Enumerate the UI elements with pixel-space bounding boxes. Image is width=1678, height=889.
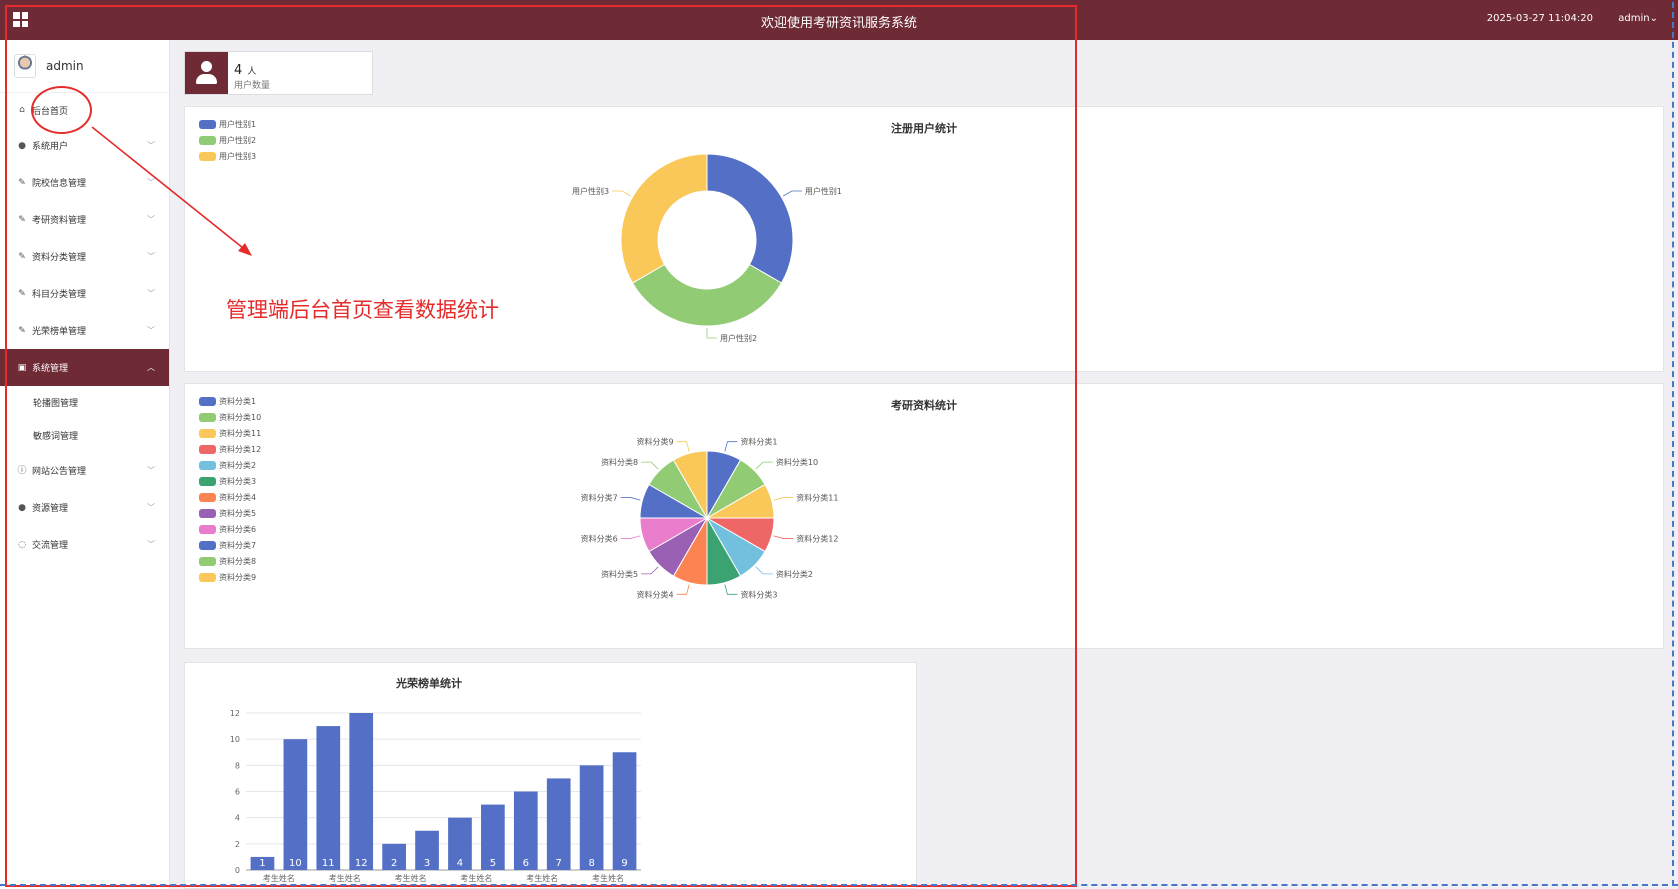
sidebar-item-label: 网站公告管理 <box>32 467 87 477</box>
sidebar-item-label: 交流管理 <box>32 541 69 551</box>
user-stats-label-line <box>612 190 631 197</box>
honor-stats-panel: 光荣榜单统计 0 2 4 6 8 10 12 1 10 11 12 2 3 4 5 6 7 8 9 考生姓名 考生姓名考… <box>184 662 917 889</box>
x-tick-label: 考生姓名 <box>592 873 624 883</box>
material-stats-label-line <box>676 441 690 452</box>
info-icon: ⓘ <box>17 465 27 476</box>
material-stats-label-line <box>641 566 659 575</box>
material-stats-label-line <box>773 497 794 501</box>
material-stats-label-line <box>773 535 794 539</box>
y-tick-label: 6 <box>235 788 240 797</box>
chevron-down-icon: ﹀ <box>147 503 155 512</box>
sidebar-subitem-2[interactable]: 敏感词管理 <box>0 419 169 452</box>
sidebar-subitem-1[interactable]: 轮播图管理 <box>0 386 169 419</box>
chevron-down-icon: ﹀ <box>147 326 155 335</box>
material-stats-slice-label: 资料分类4 <box>636 589 673 599</box>
bar-value-label: 3 <box>424 858 430 869</box>
bar-value-label: 7 <box>556 858 562 869</box>
user-stats-slice-label: 用户性别3 <box>572 186 609 196</box>
user-stats-label-line <box>706 328 717 339</box>
user-stats-slice[interactable] <box>620 153 708 284</box>
material-stats-slice-label: 资料分类2 <box>776 569 813 579</box>
material-stats-slice-label: 资料分类9 <box>636 437 673 447</box>
y-tick-label: 0 <box>235 866 240 875</box>
bar-value-label: 6 <box>523 858 529 869</box>
material-stats-slice-label: 资料分类1 <box>740 437 777 447</box>
user-stats-slice-label: 用户性别2 <box>720 333 757 343</box>
chevron-down-icon: ﹀ <box>147 466 155 475</box>
bar-value-label: 5 <box>490 858 496 869</box>
bar-value-label: 1 <box>259 858 265 869</box>
bar[interactable] <box>349 713 374 870</box>
material-stats-slice-label: 资料分类3 <box>740 589 777 599</box>
bar[interactable] <box>546 778 571 870</box>
chevron-up-icon: ︿ <box>147 363 155 372</box>
bar[interactable] <box>612 752 637 870</box>
material-stats-slice-label: 资料分类11 <box>796 493 838 503</box>
sidebar-item-8[interactable]: ▣ 系统管理 ︿ <box>0 349 169 386</box>
honor-stats-bar-chart: 0 2 4 6 8 10 12 1 10 11 12 2 3 4 5 6 7 8 9 考生姓名 考生姓名 考生姓名 考生姓名… <box>230 709 641 883</box>
selection-edge-bottom <box>0 884 1678 886</box>
bar-value-label: 9 <box>621 858 627 869</box>
y-tick-label: 12 <box>230 709 240 718</box>
bar-value-label: 8 <box>588 858 594 869</box>
user-stats-donut-chart: 用户性别1 用户性别2 用户性别3 <box>572 153 842 343</box>
annotation-text: 管理端后台首页查看数据统计 <box>226 298 499 322</box>
bar-value-label: 11 <box>322 858 335 869</box>
material-stats-slice-label: 资料分类5 <box>601 569 638 579</box>
sidebar-item-10[interactable]: ● 资源管理 ﹀ <box>0 489 169 526</box>
x-tick-label: 考生姓名 <box>329 873 361 883</box>
x-tick-label: 考生姓名 <box>460 873 492 883</box>
material-stats-slice-label: 资料分类8 <box>601 457 638 467</box>
bar[interactable] <box>316 726 341 870</box>
material-stats-label-line <box>724 441 738 452</box>
x-tick-label: 考生姓名 <box>395 873 427 883</box>
sidebar-item-label: 资源管理 <box>32 504 69 514</box>
sidebar-item-9[interactable]: ⓘ 网站公告管理 ﹀ <box>0 452 169 489</box>
sidebar-item-7[interactable]: ✎ 光荣榜单管理 ﹀ <box>0 312 169 349</box>
user-stats-panel: 注册用户统计 用户性别1 用户性别2 用户性别3 用户性别1 用户性别2 用户性别3 <box>184 106 1664 372</box>
x-tick-label: 考生姓名 <box>526 873 558 883</box>
bar[interactable] <box>579 765 604 870</box>
sidebar-item-11[interactable]: ◌ 交流管理 ﹀ <box>0 526 169 563</box>
y-tick-label: 2 <box>235 840 240 849</box>
sidebar-item-label: 系统管理 <box>32 364 69 374</box>
sidebar-item-label: 光荣榜单管理 <box>32 327 87 337</box>
bar-value-label: 12 <box>355 858 368 869</box>
y-tick-label: 8 <box>235 761 240 770</box>
user-stats-label-line <box>783 190 802 197</box>
edit-icon: ✎ <box>18 325 26 336</box>
material-stats-label-line <box>755 461 773 470</box>
picture-icon: ▣ <box>17 362 27 373</box>
material-stats-slice-label: 资料分类7 <box>581 493 618 503</box>
material-stats-label-line <box>676 584 690 595</box>
material-stats-label-line <box>620 497 641 501</box>
x-tick-label: 考生姓名 <box>263 873 295 883</box>
annotation-arrow <box>91 126 252 256</box>
user-stats-slice[interactable] <box>706 153 794 284</box>
user-stats-slice[interactable] <box>631 263 783 327</box>
material-stats-pie-chart: 资料分类1 资料分类10 资料分类11 资料分类12 资料分类2 资料分类3 资料分类4 资料… <box>581 437 839 600</box>
material-stats-panel: 考研资料统计 资料分类1 资料分类10 资料分类11 资料分类12 资料分类2 资料分类3… <box>184 383 1664 649</box>
header-user-menu[interactable]: admin⌄ <box>1618 13 1658 24</box>
bar[interactable] <box>283 739 308 870</box>
chat-icon: ◌ <box>18 539 26 550</box>
bar-value-label: 10 <box>289 858 302 869</box>
bar-value-label: 4 <box>457 858 463 869</box>
material-stats-slice-label: 资料分类6 <box>581 533 618 543</box>
material-stats-label-line <box>755 566 773 575</box>
material-stats-label-line <box>620 535 641 539</box>
material-stats-label-line <box>641 461 659 470</box>
header-datetime: 2025-03-27 11:04:20 <box>1486 13 1593 24</box>
chevron-down-icon: ﹀ <box>147 540 155 549</box>
bar-value-label: 2 <box>391 858 397 869</box>
material-stats-label-line <box>724 584 738 595</box>
material-stats-slice-label: 资料分类12 <box>796 533 838 543</box>
material-stats-slice-label: 资料分类10 <box>776 457 818 467</box>
selection-edge-right <box>1672 2 1674 886</box>
user-stats-slice-label: 用户性别1 <box>805 186 842 196</box>
location-icon: ● <box>18 502 26 513</box>
y-tick-label: 4 <box>235 814 240 823</box>
y-tick-label: 10 <box>230 735 240 744</box>
